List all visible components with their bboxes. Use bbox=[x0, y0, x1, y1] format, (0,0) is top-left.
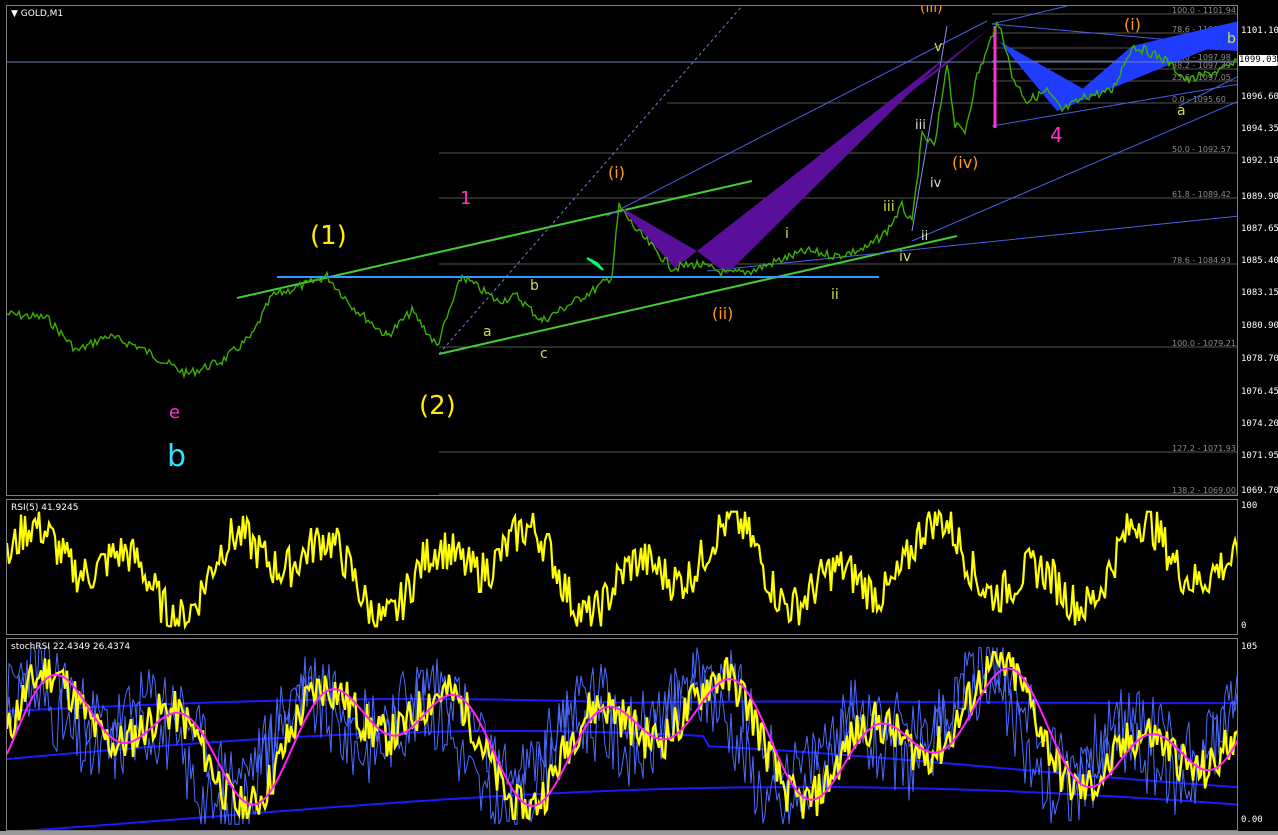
short-top-line bbox=[991, 6, 1068, 25]
wave-label-i-green: i bbox=[785, 226, 789, 242]
wave-label-iv-orange: (iv) bbox=[952, 153, 978, 172]
price-tick-label: 1092.10 bbox=[1241, 156, 1278, 166]
thin-envelope-lower bbox=[7, 673, 1237, 825]
stochrsi-canvas[interactable] bbox=[7, 639, 1238, 831]
rsi-axis-top: 100 bbox=[1241, 501, 1258, 511]
wave-labels: (1) (2) 1 e b a b c (i) (ii) (iii) (iv) … bbox=[167, 6, 1236, 474]
dashed-trend-line bbox=[438, 6, 743, 355]
wave-label-a-right: a bbox=[1177, 103, 1186, 119]
wave-label-1-paren: (1) bbox=[310, 221, 347, 251]
rsi-axis: 100 0 bbox=[1238, 499, 1278, 635]
price-axis[interactable]: 1101.101098.851096.601094.351092.101089.… bbox=[1238, 5, 1278, 496]
channel-bottom-right bbox=[991, 83, 1237, 127]
wave-label-1-magenta: 1 bbox=[460, 188, 471, 209]
price-chart-canvas[interactable]: 100.0 - 1101.9478.6 - 1100.9463.8 - 1099… bbox=[7, 6, 1238, 496]
wave-label-iv-green: iv bbox=[899, 249, 911, 265]
stoch-axis-bottom: 0.00 bbox=[1241, 815, 1263, 825]
stoch-axis-top: 105 bbox=[1241, 642, 1258, 652]
harmonic-triangle-mid bbox=[697, 56, 947, 274]
wave-label-2-paren: (2) bbox=[419, 391, 456, 421]
wave-label-iii-white: iii bbox=[915, 118, 926, 133]
wave-label-c: c bbox=[540, 346, 548, 362]
stochrsi-axis: 105 0.00 bbox=[1238, 638, 1278, 831]
time-axis-strip bbox=[0, 831, 1278, 835]
harmonic-patterns bbox=[619, 21, 1237, 274]
wave-label-iii-orange: (iii) bbox=[920, 6, 943, 16]
price-tick-label: 1078.70 bbox=[1241, 354, 1278, 364]
symbol-label: ▼ GOLD,M1 bbox=[11, 9, 64, 19]
price-tick-label: 1083.15 bbox=[1241, 288, 1278, 298]
chart-window: 100.0 - 1101.9478.6 - 1100.9463.8 - 1099… bbox=[0, 0, 1278, 835]
wave-label-e: e bbox=[169, 402, 180, 423]
wave-label-ii-white: ii bbox=[921, 229, 928, 244]
price-tick-label: 1069.70 bbox=[1241, 486, 1278, 496]
wave-label-i-orange-right: (i) bbox=[1124, 15, 1141, 34]
price-tick-label: 1096.60 bbox=[1241, 92, 1278, 102]
rsi-series bbox=[7, 508, 1237, 631]
stochrsi-label: stochRSI 22.4349 26.4374 bbox=[11, 642, 131, 652]
price-tick-label: 1080.90 bbox=[1241, 321, 1278, 331]
wave-label-b-cyan: b bbox=[167, 439, 186, 474]
wave-label-4: 4 bbox=[1050, 123, 1063, 147]
price-tick-label: 1074.20 bbox=[1241, 419, 1278, 429]
fib-level-label: 50.0 - 1092.57 bbox=[1172, 145, 1231, 154]
wave-label-ii-orange: (ii) bbox=[712, 304, 733, 323]
rsi-canvas[interactable] bbox=[7, 500, 1238, 635]
fib-level-label: 78.6 - 1084.93 bbox=[1172, 256, 1231, 265]
wave-label-a: a bbox=[483, 324, 492, 340]
stochrsi-pane[interactable]: stochRSI 22.4349 26.4374 bbox=[6, 638, 1238, 831]
rsi-axis-bottom: 0 bbox=[1241, 621, 1247, 631]
price-chart-pane[interactable]: 100.0 - 1101.9478.6 - 1100.9463.8 - 1099… bbox=[6, 5, 1238, 496]
stochrsi-signal-line bbox=[7, 667, 1237, 807]
fib-level-label: 127.2 - 1071.93 bbox=[1172, 444, 1236, 453]
price-tick-label: 1089.90 bbox=[1241, 192, 1278, 202]
price-tick-label: 1094.35 bbox=[1241, 124, 1278, 134]
lower-trend-line bbox=[706, 215, 1237, 272]
rsi-pane[interactable]: RSI(5) 41.9245 bbox=[6, 499, 1238, 635]
wave-label-b: b bbox=[530, 278, 539, 294]
fib-level-label: 61.8 - 1089.42 bbox=[1172, 190, 1231, 199]
wave-label-b-right: b bbox=[1227, 31, 1236, 47]
wave-label-i-orange: (i) bbox=[608, 163, 625, 182]
fib-level-label: 138.2 - 1069.00 bbox=[1172, 486, 1236, 495]
price-tick-label: 1087.65 bbox=[1241, 224, 1278, 234]
fib-level-label: 100.0 - 1101.94 bbox=[1172, 6, 1236, 15]
lower-channel-line bbox=[438, 235, 958, 355]
rsi-label: RSI(5) 41.9245 bbox=[11, 503, 79, 513]
price-tick-label: 1085.40 bbox=[1241, 256, 1278, 266]
price-tick-label: 1101.10 bbox=[1241, 26, 1278, 36]
wave-label-iii-green: iii bbox=[883, 199, 895, 215]
wave-label-v-green: v bbox=[934, 39, 942, 55]
fib-level-label: 100.0 - 1079.21 bbox=[1172, 339, 1236, 348]
harmonic-triangle-left bbox=[619, 206, 697, 268]
wave-label-iv-white: iv bbox=[930, 176, 942, 191]
wave-label-ii-green: ii bbox=[831, 287, 839, 303]
trendlines bbox=[236, 6, 1237, 355]
price-tick-label: 1076.45 bbox=[1241, 387, 1278, 397]
current-price-tag: 1099.03 bbox=[1239, 55, 1277, 66]
price-tick-label: 1071.95 bbox=[1241, 451, 1278, 461]
